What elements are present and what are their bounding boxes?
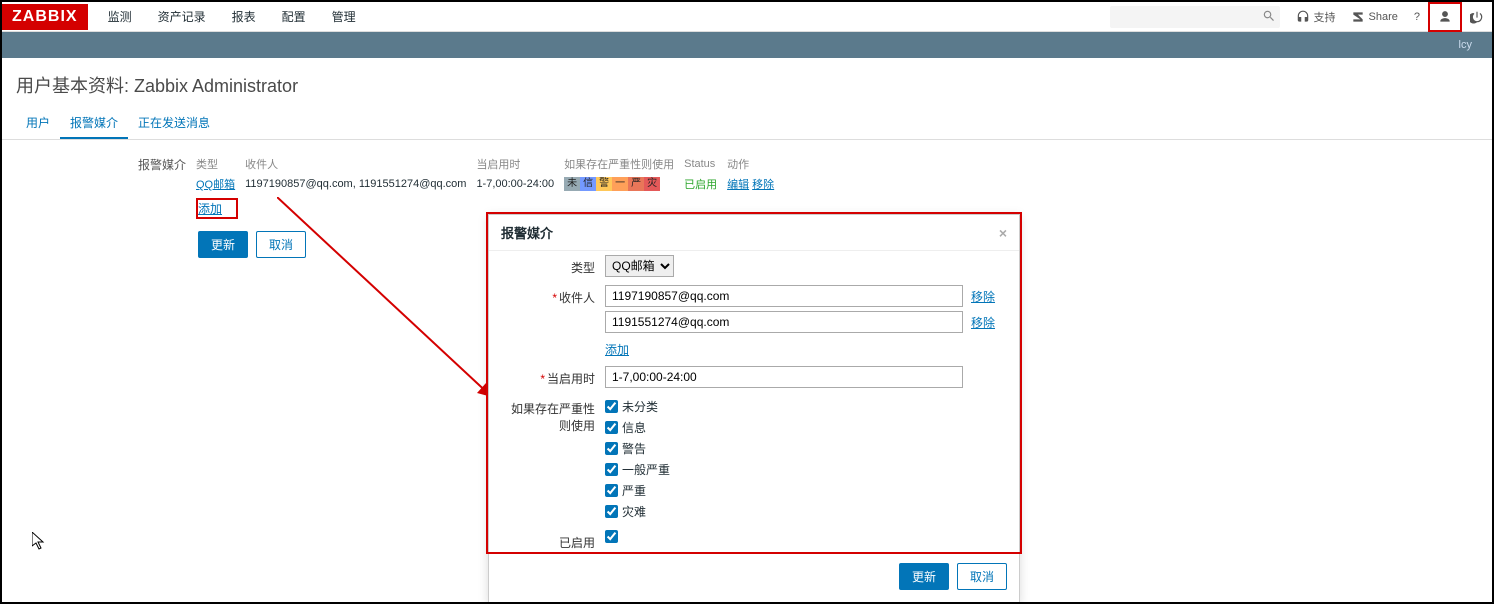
modal-title: 报警媒介 — [501, 223, 553, 242]
cursor-icon — [32, 532, 46, 550]
share-z-icon — [1351, 10, 1365, 24]
topright-controls: 支持 Share ? — [1288, 2, 1492, 32]
sev-not-classified-icon: 未 — [564, 177, 580, 191]
tab-messages[interactable]: 正在发送消息 — [128, 108, 220, 139]
logout-button[interactable] — [1462, 2, 1492, 32]
sev-disaster-icon: 灾 — [644, 177, 660, 191]
share-link[interactable]: Share — [1343, 2, 1405, 32]
modal-recipient-1-remove[interactable]: 移除 — [971, 314, 995, 331]
page-title: 用户基本资料: Zabbix Administrator — [2, 58, 1492, 108]
modal-label-when: 当启用时 — [547, 372, 595, 386]
media-add-link[interactable]: 添加 — [196, 198, 238, 219]
tab-media[interactable]: 报警媒介 — [60, 108, 128, 139]
power-icon — [1470, 10, 1484, 24]
headset-icon — [1296, 10, 1310, 24]
user-profile-button[interactable] — [1428, 2, 1462, 32]
annotation-arrow — [277, 197, 507, 407]
modal-recipient-0[interactable] — [605, 285, 963, 307]
sev-high-icon: 严 — [628, 177, 644, 191]
modal-recipient-add[interactable]: 添加 — [605, 341, 629, 358]
modal-sev-1[interactable] — [605, 421, 618, 434]
logo: ZABBIX — [2, 4, 88, 30]
modal-sev-list: 未分类 信息 警告 一般严重 严重 灾难 — [605, 396, 1007, 522]
modal-sev-3[interactable] — [605, 463, 618, 476]
modal-label-recip: 收件人 — [559, 291, 595, 305]
support-link[interactable]: 支持 — [1288, 2, 1343, 32]
modal-when-input[interactable] — [605, 366, 963, 388]
nav-reports[interactable]: 报表 — [222, 2, 266, 31]
col-when: 当启用时 — [476, 154, 564, 174]
modal-enabled-checkbox[interactable] — [605, 530, 618, 543]
nav-inventory[interactable]: 资产记录 — [148, 2, 216, 31]
sev-average-icon: 一 — [612, 177, 628, 191]
search-input[interactable] — [1110, 6, 1280, 28]
modal-sev-5[interactable] — [605, 505, 618, 518]
modal-label-sev: 如果存在严重性则使用 — [501, 396, 605, 434]
media-when: 1-7,00:00-24:00 — [476, 174, 564, 194]
col-type: 类型 — [196, 154, 245, 174]
modal-sev-0[interactable] — [605, 400, 618, 413]
media-remove-link[interactable]: 移除 — [752, 179, 774, 191]
modal-type-select[interactable]: QQ邮箱 — [605, 255, 674, 277]
col-actions: 动作 — [727, 154, 784, 174]
modal-label-type: 类型 — [501, 255, 605, 276]
tab-user[interactable]: 用户 — [16, 108, 60, 139]
top-nav: ZABBIX 监测 资产记录 报表 配置 管理 支持 Share ? — [2, 2, 1492, 32]
media-status[interactable]: 已启用 — [684, 179, 717, 191]
media-section-label: 报警媒介 — [16, 154, 196, 219]
media-table: 类型 收件人 当启用时 如果存在严重性则使用 Status 动作 QQ邮箱 11… — [196, 154, 784, 194]
modal-label-enabled: 已启用 — [501, 530, 605, 551]
modal-sev-2[interactable] — [605, 442, 618, 455]
main-menu: 监测 资产记录 报表 配置 管理 — [98, 2, 366, 31]
nav-admin[interactable]: 管理 — [322, 2, 366, 31]
media-type-link[interactable]: QQ邮箱 — [196, 179, 235, 191]
cancel-button[interactable]: 取消 — [256, 231, 306, 258]
modal-footer: 更新 取消 — [489, 555, 1019, 602]
modal-close-icon[interactable]: × — [999, 225, 1007, 241]
media-recipients: 1197190857@qq.com, 1191551274@qq.com — [245, 174, 476, 194]
col-status: Status — [684, 154, 727, 174]
sev-info-icon: 信 — [580, 177, 596, 191]
media-edit-link[interactable]: 编辑 — [727, 179, 749, 191]
current-user-short: lcy — [1459, 39, 1472, 51]
user-icon — [1438, 10, 1452, 24]
modal-cancel-button[interactable]: 取消 — [957, 563, 1007, 590]
search-wrap — [1110, 6, 1280, 28]
help-link[interactable]: ? — [1406, 2, 1428, 32]
modal-recipient-1[interactable] — [605, 311, 963, 333]
sev-warning-icon: 警 — [596, 177, 612, 191]
media-row: QQ邮箱 1197190857@qq.com, 1191551274@qq.co… — [196, 174, 784, 194]
secondary-bar: lcy — [2, 32, 1492, 58]
col-recip: 收件人 — [245, 154, 476, 174]
media-form: 报警媒介 类型 收件人 当启用时 如果存在严重性则使用 Status 动作 QQ… — [2, 140, 1492, 219]
modal-recipient-0-remove[interactable]: 移除 — [971, 288, 995, 305]
update-button[interactable]: 更新 — [198, 231, 248, 258]
nav-config[interactable]: 配置 — [272, 2, 316, 31]
search-icon — [1262, 9, 1276, 23]
profile-tabs: 用户 报警媒介 正在发送消息 — [2, 108, 1492, 140]
media-modal: 报警媒介 × 类型 QQ邮箱 *收件人 移除 移除 添加 *当启用时 — [488, 214, 1020, 603]
severity-badges: 未 信 警 一 严 灾 — [564, 177, 660, 191]
nav-monitoring[interactable]: 监测 — [98, 2, 142, 31]
modal-sev-4[interactable] — [605, 484, 618, 497]
col-sev: 如果存在严重性则使用 — [564, 154, 684, 174]
modal-update-button[interactable]: 更新 — [899, 563, 949, 590]
